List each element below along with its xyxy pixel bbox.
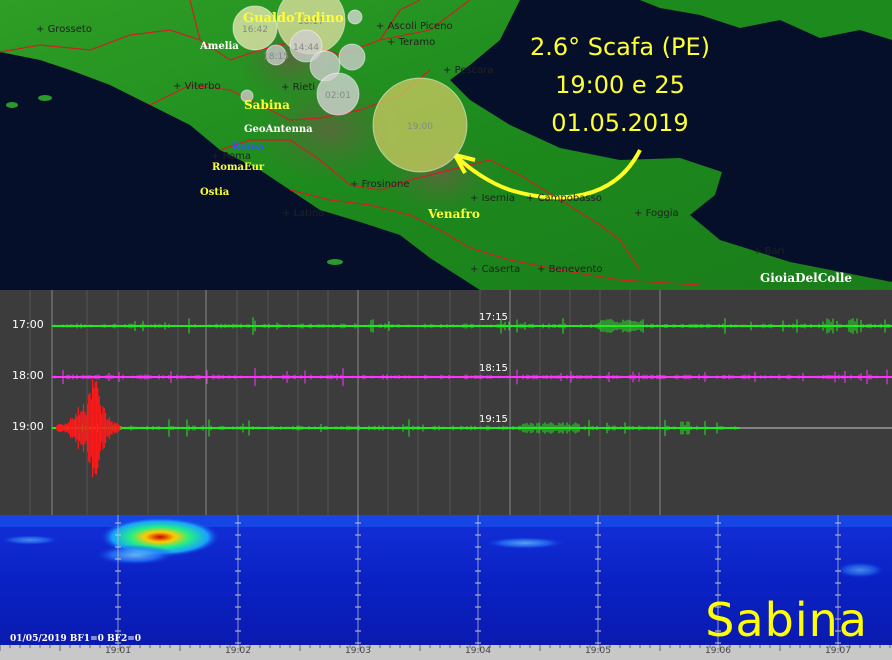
event-bubble-time: 18:15 <box>263 52 289 62</box>
city-label: Ascoli Piceno <box>376 21 453 32</box>
event-bubble <box>347 9 363 25</box>
city-label: Rieti <box>281 82 316 93</box>
city-label: Viterbo <box>173 81 221 92</box>
city-label: Isernia <box>470 193 516 204</box>
city-label: Campobasso <box>526 193 602 204</box>
city-label: Frosinone <box>350 179 410 190</box>
noise-band <box>835 562 885 578</box>
event-energy-tail <box>95 545 175 565</box>
station-label: Roma <box>232 142 265 153</box>
station-label: Ostia <box>200 187 230 198</box>
station-label: RomaEur <box>212 162 265 173</box>
spectrogram-info: 01/05/2019 BF1=0 BF2=0 <box>10 634 142 644</box>
trace-hour-label: 17:00 <box>12 318 44 331</box>
axis-tick-label: 19:04 <box>465 646 491 656</box>
city-label: Teramo <box>387 37 436 48</box>
spectrogram-panel: Sabina 01/05/2019 BF1=0 BF2=0 <box>0 515 892 645</box>
axis-tick-label: 19:01 <box>105 646 131 656</box>
city-label: Latina <box>282 208 325 219</box>
event-bubble-time: 02:01 <box>325 91 351 101</box>
station-label: GeoAntenna <box>244 124 313 135</box>
seismogram-canvas <box>29 290 892 515</box>
station-label: Amelia <box>200 41 239 52</box>
event-marker <box>56 424 64 432</box>
axis-tick-label: 19:05 <box>585 646 611 656</box>
time-axis-ticks <box>0 645 891 651</box>
city-label: Benevento <box>537 264 603 275</box>
island <box>6 102 18 108</box>
noise-band <box>0 535 60 545</box>
event-bubble-time: 16:42 <box>242 25 268 35</box>
event-bubble-time: 14:44 <box>293 43 319 53</box>
annotation-date: 01.05.2019 <box>551 109 689 137</box>
station-label: GioiaDelColle <box>760 271 853 285</box>
event-bubble-time: 19:00 <box>407 122 433 132</box>
trace-quarter-label: 18:15 <box>479 363 508 374</box>
station-label: Sabina <box>244 98 290 112</box>
axis-tick-label: 19:03 <box>345 646 371 656</box>
island <box>327 259 343 265</box>
city-label: Caserta <box>470 264 521 275</box>
trace-hour-label: 18:00 <box>12 369 44 382</box>
city-label: Foggia <box>634 208 679 219</box>
axis-tick-label: 19:02 <box>225 646 251 656</box>
island <box>38 95 52 101</box>
trace-quarter-label: 19:15 <box>479 414 508 425</box>
seismic-map: 16:4218:1714:4418:1502:0119:00 GrossetoA… <box>0 0 892 290</box>
trace-quarter-label: 17:15 <box>479 312 508 323</box>
time-axis: 19:01 19:02 19:03 19:04 19:05 19:06 19:07 <box>0 645 892 660</box>
city-label: Grosseto <box>36 24 92 35</box>
station-label: Venafro <box>428 207 480 221</box>
axis-tick-label: 19:07 <box>825 646 851 656</box>
city-label: Bari <box>753 246 785 257</box>
annotation-magnitude-location: 2.6° Scafa (PE) <box>529 33 711 61</box>
city-label: Pescara <box>443 65 494 76</box>
station-label: GualdoTadino <box>243 11 344 26</box>
noise-band <box>485 537 565 549</box>
spectrogram-station-name: Sabina <box>705 593 868 645</box>
annotation-time: 19:00 e 25 <box>555 71 685 99</box>
seismogram-panel: 17:00 17:15 18:00 18:15 19:00 19:15 <box>0 290 892 515</box>
trace-hour-label: 19:00 <box>12 420 44 433</box>
event-bubble <box>338 43 366 71</box>
axis-tick-label: 19:06 <box>705 646 731 656</box>
